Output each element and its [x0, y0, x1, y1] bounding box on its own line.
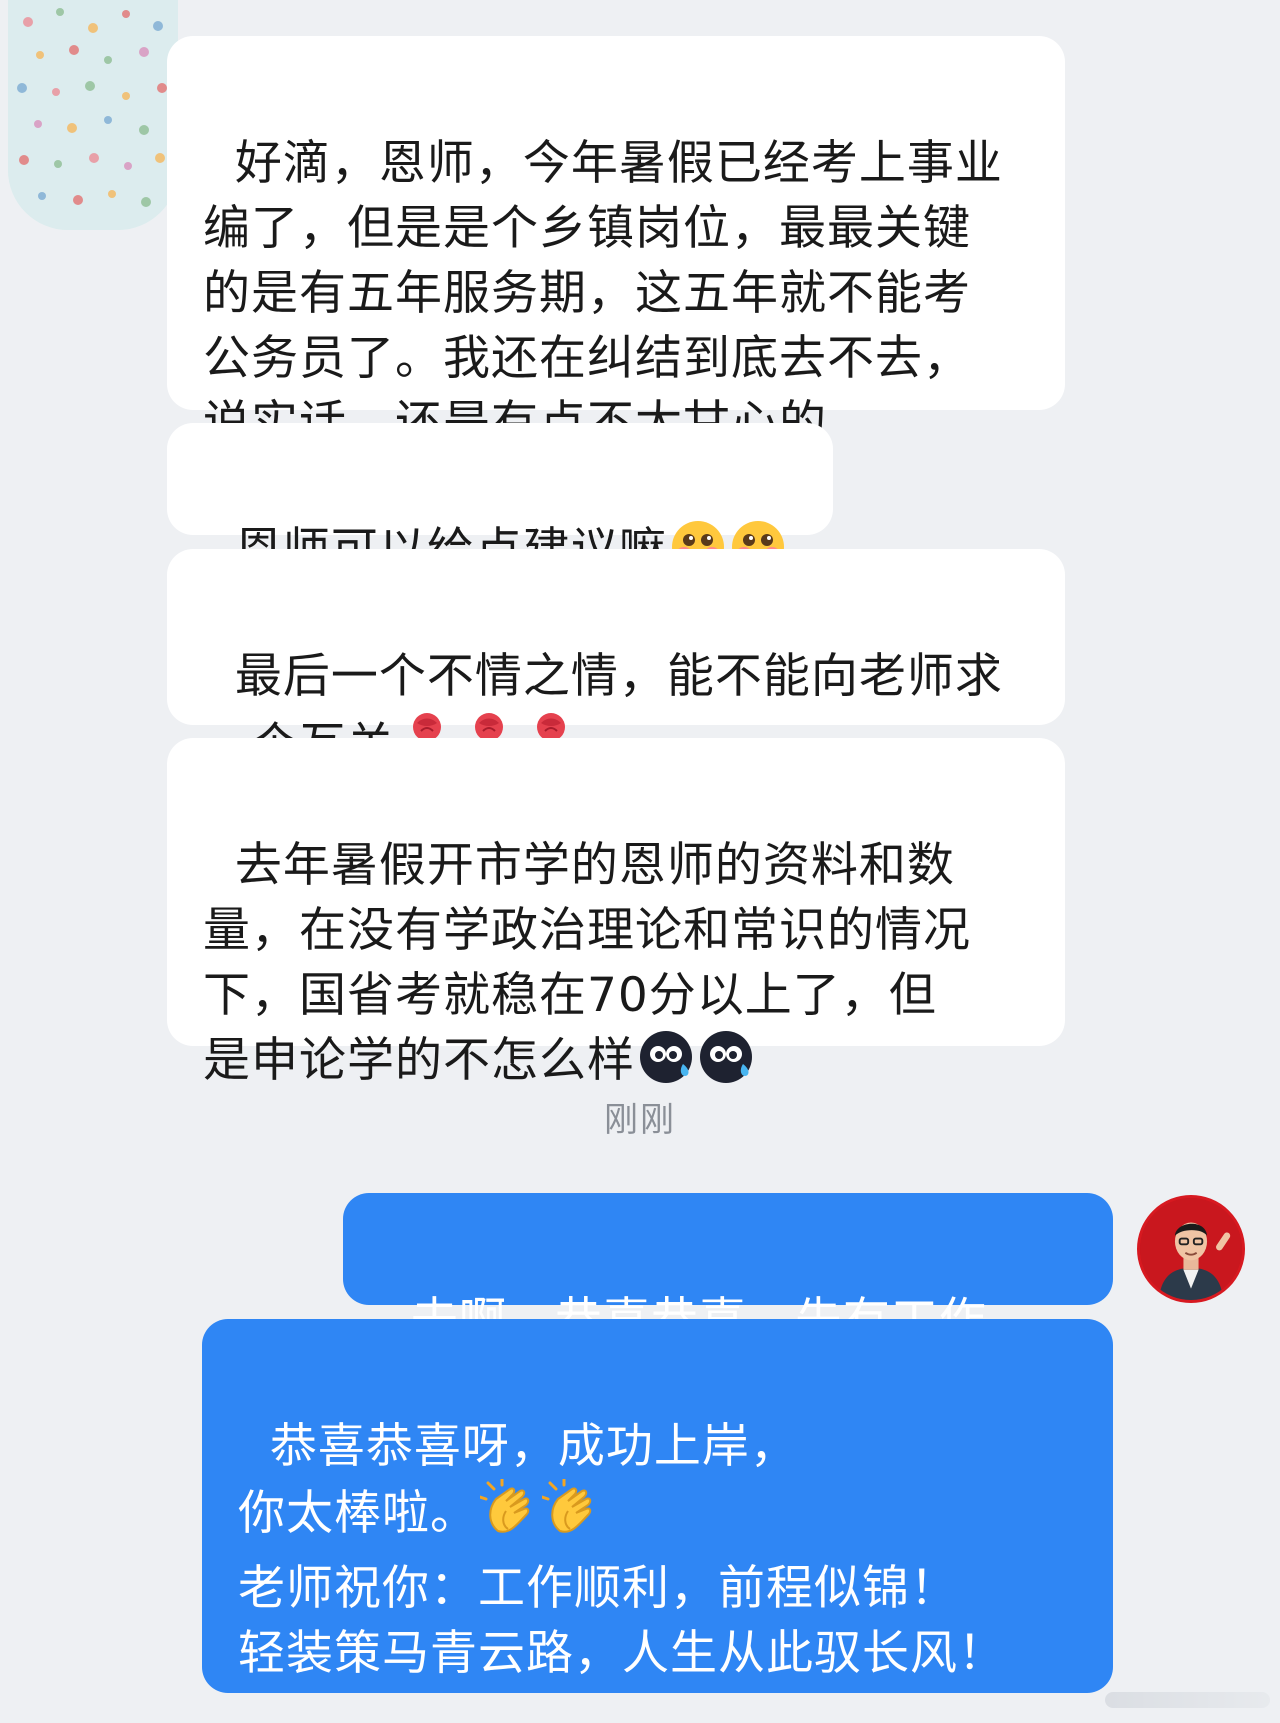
clapping-hands-emoji [540, 1477, 602, 1556]
message-text-rest: 老师祝你：工作顺利，前程似锦！ 轻装策马青云路，人生从此驭长风！ [238, 1561, 1006, 1681]
clapping-hands-emoji [478, 1477, 540, 1556]
outgoing-message-2[interactable]: 恭喜恭喜呀，成功上岸， 你太棒啦。 老师祝你：工作顺利，前程似锦！ 轻装策马青云路… [202, 1319, 1113, 1693]
incoming-message-3[interactable]: 最后一个不情之情，能不能向老师求 一个互关 [167, 549, 1065, 773]
sweat-face-emoji [637, 1028, 695, 1103]
watermark [1105, 1692, 1270, 1708]
incoming-message-4[interactable]: 去年暑假开市学的恩师的资料和数 量，在没有学政治理论和常识的情况 下，国省考就稳… [167, 738, 1065, 1088]
message-text-line: 你太棒啦。 [238, 1486, 478, 1541]
message-text: 去年暑假开市学的恩师的资料和数 量，在没有学政治理论和常识的情况 下，国省考就稳… [203, 838, 971, 1088]
message-text-line: 恭喜恭喜呀，成功上岸， [269, 1419, 798, 1474]
user-avatar[interactable] [1137, 1195, 1245, 1303]
incoming-message-2[interactable]: 恩师可以给点建议嘛 [167, 423, 833, 578]
contact-avatar[interactable] [8, 0, 178, 230]
polka-dot-avatar-image [8, 0, 178, 230]
message-text: 好滴，恩师，今年暑假已经考上事业 编了，但是是个乡镇岗位，最最关键 的是有五年服… [203, 136, 1003, 451]
teacher-portrait-image [1140, 1198, 1242, 1300]
incoming-message-1[interactable]: 好滴，恩师，今年暑假已经考上事业 编了，但是是个乡镇岗位，最最关键 的是有五年服… [167, 36, 1065, 451]
sweat-face-emoji [697, 1028, 755, 1103]
message-timestamp: 刚刚 [604, 1100, 676, 1140]
outgoing-message-1[interactable]: 去啊，恭喜恭喜，先有工作啊。 [343, 1193, 1113, 1413]
